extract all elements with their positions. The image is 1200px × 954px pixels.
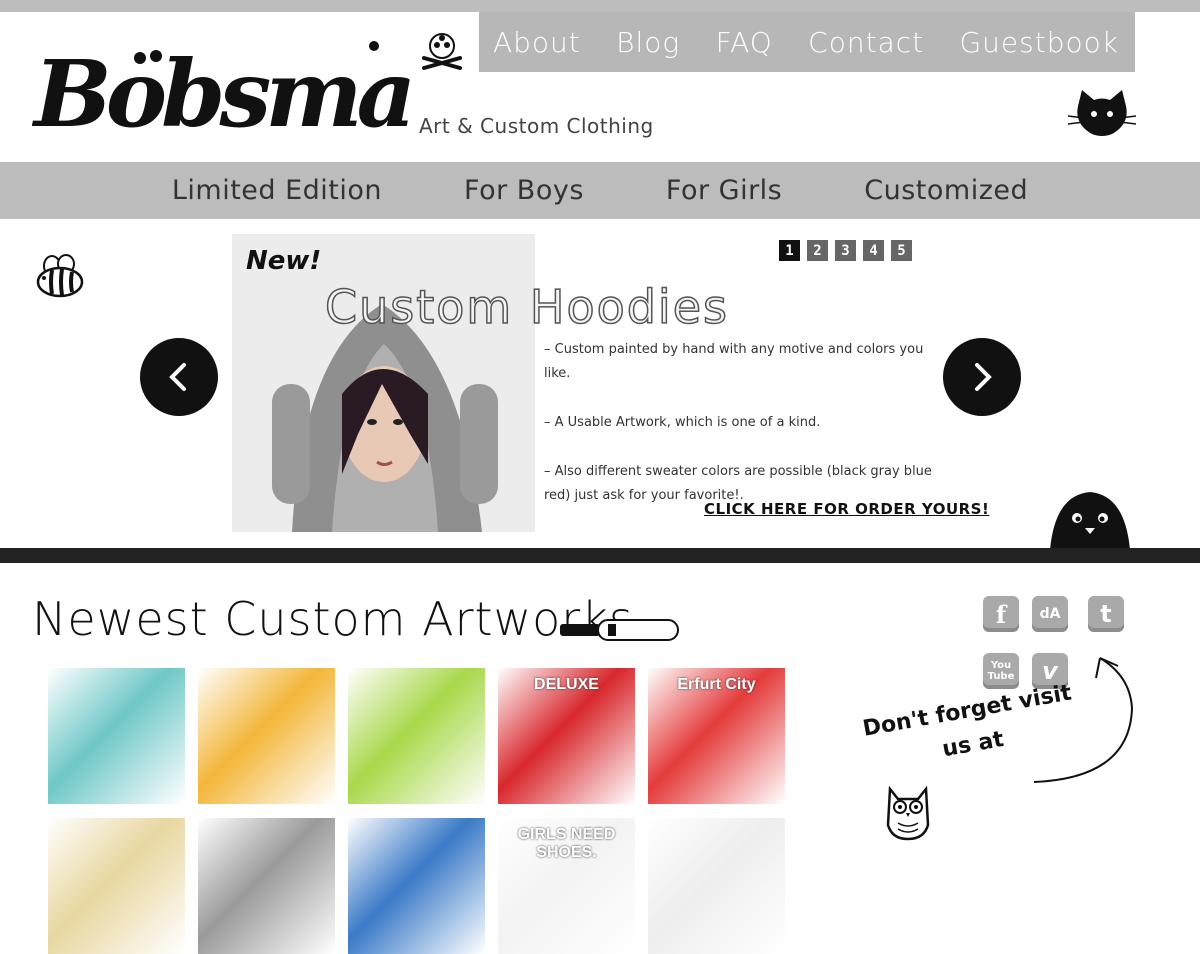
- marker-pen-icon: [560, 619, 679, 641]
- nav-customized[interactable]: Customized: [864, 175, 1028, 206]
- bee-icon: [36, 254, 84, 298]
- twitter-icon[interactable]: t: [1088, 596, 1124, 632]
- skull-icon: [422, 33, 462, 70]
- thumb-pattern[interactable]: [198, 668, 335, 804]
- bullet-2: – A Usable Artwork, which is one of a ki…: [544, 415, 821, 430]
- slide-next-button[interactable]: [943, 338, 1021, 416]
- thumb-shoe-art[interactable]: [348, 818, 485, 954]
- pager-2[interactable]: 2: [807, 240, 828, 261]
- new-label: New!: [246, 246, 322, 276]
- thumb-girls-shoes-label: GIRLS NEED SHOES.: [517, 826, 616, 861]
- pager-5[interactable]: 5: [891, 240, 912, 261]
- slide-prev-button[interactable]: [140, 338, 218, 416]
- pager-1[interactable]: 1: [779, 240, 800, 261]
- section-divider: [0, 548, 1200, 563]
- penguin-icon: [1050, 492, 1130, 550]
- slide-title: Custom Hoodies: [324, 279, 729, 335]
- hoodie-photo-illustration: [232, 234, 535, 532]
- owl-icon: [886, 785, 930, 841]
- nav-faq[interactable]: FAQ: [716, 26, 773, 59]
- main-navigation: About Blog FAQ Contact Guestbook: [479, 12, 1135, 72]
- nav-blog[interactable]: Blog: [616, 26, 680, 59]
- thumb-hoodie[interactable]: [198, 818, 335, 954]
- thumb-girls-shoes[interactable]: GIRLS NEED SHOES.: [498, 818, 635, 954]
- order-cta-link[interactable]: CLICK HERE FOR ORDER YOURS!: [704, 500, 989, 518]
- nav-about[interactable]: About: [493, 26, 581, 59]
- thumb-caps[interactable]: Erfurt City: [648, 668, 785, 804]
- thumb-toys[interactable]: [48, 818, 185, 954]
- category-navigation: Limited Edition For Boys For Girls Custo…: [0, 162, 1200, 219]
- deviantart-icon[interactable]: dA: [1032, 596, 1068, 632]
- thumb-sneaker-1[interactable]: [48, 668, 185, 804]
- top-border: [0, 0, 1200, 12]
- nav-contact[interactable]: Contact: [808, 26, 924, 59]
- hero-photo[interactable]: [232, 234, 535, 532]
- pager-3[interactable]: 3: [835, 240, 856, 261]
- section-title: Newest Custom Artworks: [32, 592, 634, 646]
- svg-text:Bobsmade: Bobsmade: [31, 40, 410, 148]
- thumb-sneaker-2[interactable]: [348, 668, 485, 804]
- thumb-flyer-label: DELUXE: [534, 676, 599, 693]
- chevron-right-icon: [975, 363, 992, 391]
- cat-icon: [1068, 90, 1136, 136]
- tagline: Art & Custom Clothing: [419, 114, 654, 138]
- youtube-icon[interactable]: You Tube: [983, 653, 1019, 689]
- thumb-caps-label: Erfurt City: [677, 676, 756, 693]
- nav-for-boys[interactable]: For Boys: [464, 175, 584, 206]
- pager-4[interactable]: 4: [863, 240, 884, 261]
- bullet-1: – Custom painted by hand with any motive…: [544, 342, 924, 381]
- thumb-tshirt[interactable]: [648, 818, 785, 954]
- chevron-left-icon: [169, 363, 186, 391]
- bobsmade-logo[interactable]: Bobsmade: [30, 30, 410, 148]
- nav-limited-edition[interactable]: Limited Edition: [172, 175, 382, 206]
- nav-for-girls[interactable]: For Girls: [666, 175, 782, 206]
- facebook-icon[interactable]: f: [983, 596, 1019, 632]
- nav-guestbook[interactable]: Guestbook: [959, 26, 1119, 59]
- slide-pager: 1 2 3 4 5: [779, 240, 912, 261]
- thumb-flyer[interactable]: DELUXE: [498, 668, 635, 804]
